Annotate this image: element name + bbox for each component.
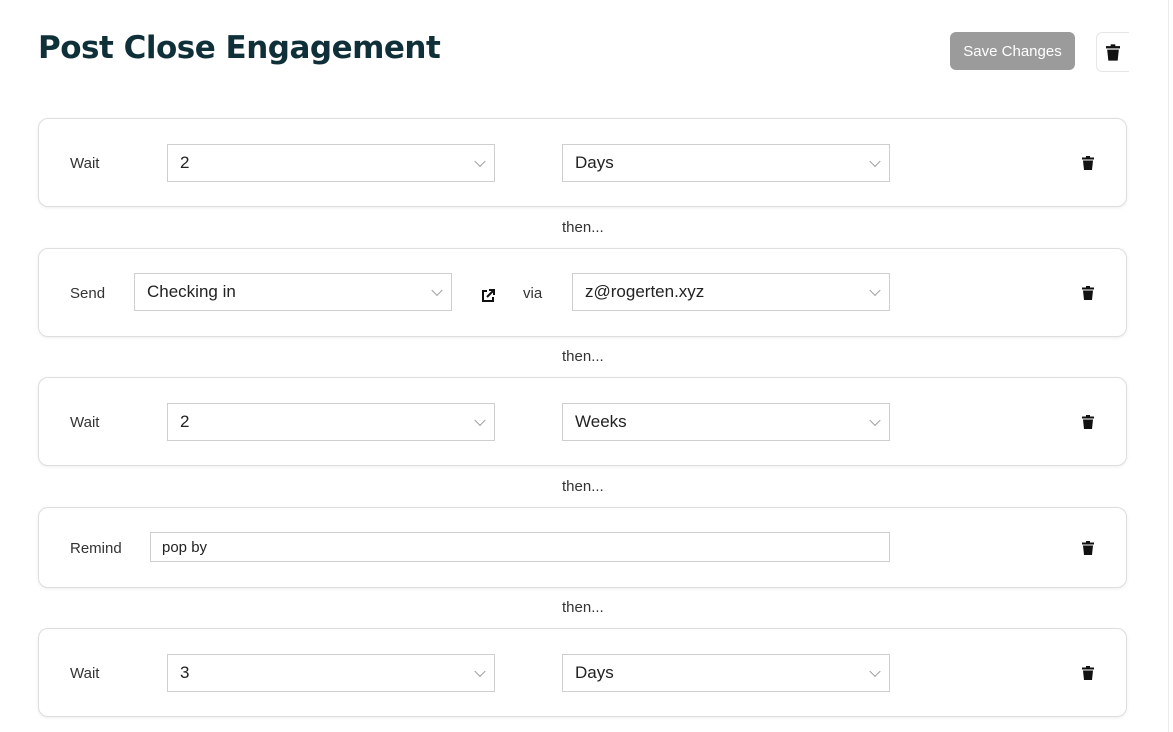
select-value: 3	[180, 663, 190, 682]
reminder-text-input[interactable]: pop by	[150, 532, 890, 562]
step-label: Wait	[70, 665, 100, 682]
select-value: 2	[180, 153, 190, 172]
step-card-wait: Wait 2 Weeks	[38, 377, 1127, 466]
trash-icon[interactable]	[1082, 286, 1094, 300]
step-card-send: Send Checking in via z@rogerten.xyz	[38, 248, 1127, 337]
step-label: Remind	[70, 540, 122, 557]
right-edge-divider	[1168, 0, 1169, 732]
trash-icon[interactable]	[1082, 666, 1094, 680]
select-value: Days	[575, 663, 614, 682]
chevron-down-icon	[869, 665, 881, 678]
wait-amount-select[interactable]: 2	[167, 144, 495, 182]
input-value: pop by	[162, 538, 208, 556]
wait-unit-select[interactable]: Days	[562, 654, 890, 692]
select-value: 2	[180, 412, 190, 431]
chevron-down-icon	[431, 284, 443, 297]
chevron-down-icon	[869, 284, 881, 297]
step-label: Wait	[70, 414, 100, 431]
step-label: Wait	[70, 155, 100, 172]
delete-sequence-button[interactable]	[1096, 32, 1129, 72]
then-separator: then...	[562, 599, 604, 616]
select-value: Weeks	[575, 412, 627, 431]
page-title: Post Close Engagement	[38, 30, 441, 66]
via-label: via	[523, 285, 543, 302]
select-value: Checking in	[147, 282, 236, 301]
trash-icon[interactable]	[1082, 415, 1094, 429]
wait-unit-select[interactable]: Days	[562, 144, 890, 182]
email-template-select[interactable]: Checking in	[134, 273, 452, 311]
wait-amount-select[interactable]: 3	[167, 654, 495, 692]
wait-amount-select[interactable]: 2	[167, 403, 495, 441]
save-changes-button[interactable]: Save Changes	[950, 32, 1075, 70]
external-link-icon[interactable]	[481, 289, 495, 303]
step-card-remind: Remind pop by	[38, 507, 1127, 588]
chevron-down-icon	[869, 414, 881, 427]
trash-icon	[1106, 43, 1120, 61]
chevron-down-icon	[474, 665, 486, 678]
chevron-down-icon	[474, 155, 486, 168]
then-separator: then...	[562, 348, 604, 365]
then-separator: then...	[562, 219, 604, 236]
trash-icon[interactable]	[1082, 156, 1094, 170]
send-via-select[interactable]: z@rogerten.xyz	[572, 273, 890, 311]
chevron-down-icon	[474, 414, 486, 427]
chevron-down-icon	[869, 155, 881, 168]
step-label: Send	[70, 285, 106, 302]
select-value: Days	[575, 153, 614, 172]
then-separator: then...	[562, 478, 604, 495]
trash-icon[interactable]	[1082, 541, 1094, 555]
select-value: z@rogerten.xyz	[585, 282, 705, 301]
step-card-wait: Wait 2 Days	[38, 118, 1127, 207]
wait-unit-select[interactable]: Weeks	[562, 403, 890, 441]
step-card-wait: Wait 3 Days	[38, 628, 1127, 717]
